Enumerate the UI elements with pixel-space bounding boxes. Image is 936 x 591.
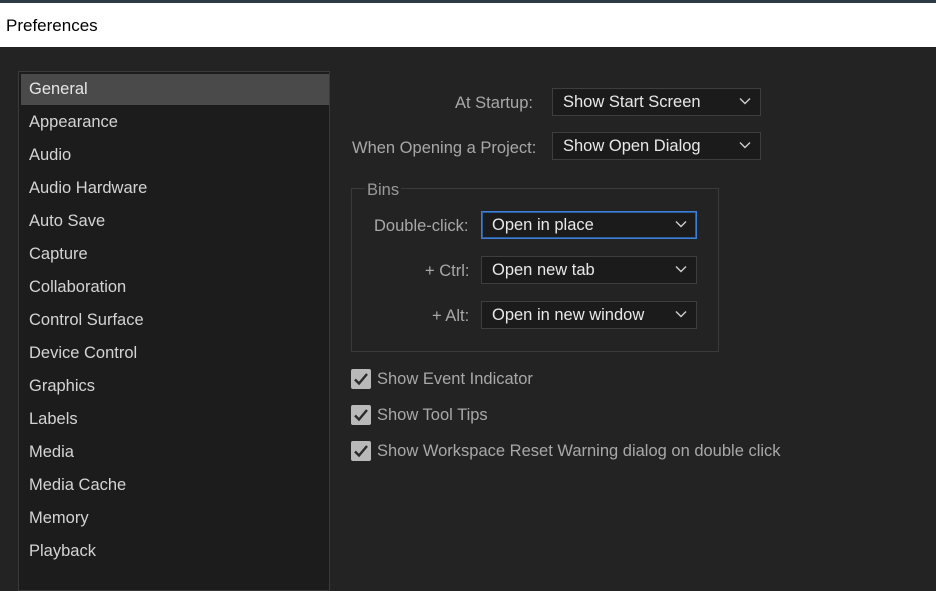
show-workspace-reset-warning-label: Show Workspace Reset Warning dialog on d… [377, 442, 781, 460]
double-click-value: Open in place [492, 216, 594, 234]
preferences-content: General Appearance Audio Audio Hardware … [0, 47, 936, 591]
opening-project-select[interactable]: Show Open Dialog [552, 132, 761, 160]
show-tool-tips-checkbox[interactable] [351, 405, 371, 425]
sidebar-item-labels[interactable]: Labels [21, 404, 329, 435]
at-startup-label: At Startup: [455, 94, 533, 112]
sidebar-item-auto-save[interactable]: Auto Save [21, 206, 329, 237]
chevron-down-icon [739, 141, 751, 149]
window-title: Preferences [6, 16, 98, 35]
alt-click-label: + Alt: [432, 307, 470, 325]
ctrl-click-value: Open new tab [492, 261, 595, 279]
checkmark-icon [354, 409, 368, 422]
at-startup-value: Show Start Screen [563, 93, 701, 111]
chevron-down-icon [739, 97, 751, 105]
chevron-down-icon [675, 310, 687, 318]
opening-project-value: Show Open Dialog [563, 137, 701, 155]
at-startup-select[interactable]: Show Start Screen [552, 88, 761, 116]
sidebar-item-capture[interactable]: Capture [21, 239, 329, 270]
title-bar: Preferences [0, 3, 936, 47]
double-click-select[interactable]: Open in place [481, 211, 697, 239]
show-workspace-reset-warning-checkbox[interactable] [351, 441, 371, 461]
chevron-down-icon [675, 265, 687, 273]
double-click-label: Double-click: [374, 217, 469, 235]
show-event-indicator-checkbox[interactable] [351, 369, 371, 389]
sidebar-item-device-control[interactable]: Device Control [21, 338, 329, 369]
sidebar-item-graphics[interactable]: Graphics [21, 371, 329, 402]
sidebar-item-control-surface[interactable]: Control Surface [21, 305, 329, 336]
bins-legend: Bins [365, 180, 402, 200]
sidebar-item-collaboration[interactable]: Collaboration [21, 272, 329, 303]
sidebar-item-general[interactable]: General [21, 74, 329, 105]
ctrl-click-label: + Ctrl: [425, 262, 470, 280]
show-tool-tips-label: Show Tool Tips [377, 406, 488, 424]
sidebar-item-audio-hardware[interactable]: Audio Hardware [21, 173, 329, 204]
sidebar-item-media[interactable]: Media [21, 437, 329, 468]
checkmark-icon [354, 373, 368, 386]
sidebar-item-appearance[interactable]: Appearance [21, 107, 329, 138]
show-event-indicator-label: Show Event Indicator [377, 370, 533, 388]
chevron-down-icon [675, 220, 687, 228]
checkmark-icon [354, 445, 368, 458]
alt-click-value: Open in new window [492, 306, 645, 324]
sidebar-item-playback[interactable]: Playback [21, 536, 329, 567]
sidebar-item-media-cache[interactable]: Media Cache [21, 470, 329, 501]
preferences-category-list[interactable]: General Appearance Audio Audio Hardware … [18, 71, 330, 591]
sidebar-item-memory[interactable]: Memory [21, 503, 329, 534]
opening-project-label: When Opening a Project: [352, 139, 537, 157]
sidebar-item-audio[interactable]: Audio [21, 140, 329, 171]
ctrl-click-select[interactable]: Open new tab [481, 256, 697, 284]
alt-click-select[interactable]: Open in new window [481, 301, 697, 329]
